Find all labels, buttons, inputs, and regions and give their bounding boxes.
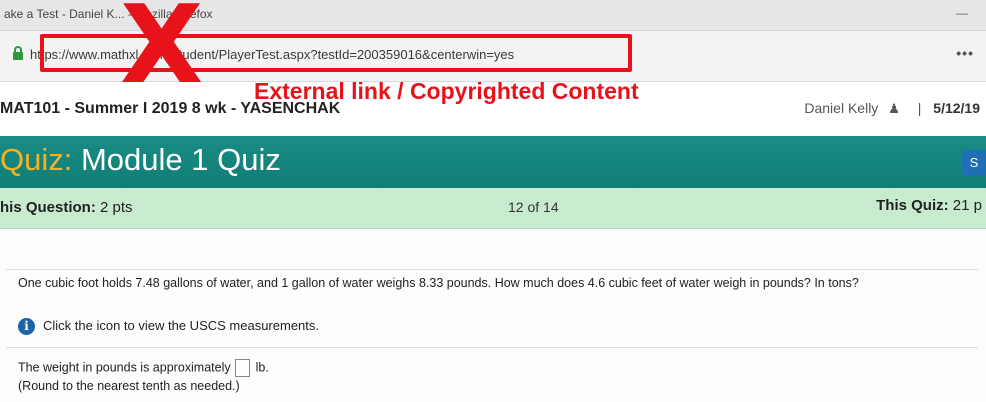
user-icon: ♟ — [888, 101, 900, 116]
minimize-button[interactable]: — — [956, 6, 968, 20]
answer-unit: lb. — [255, 360, 269, 375]
copyright-caption: External link / Copyrighted Content — [254, 78, 639, 104]
divider — [6, 269, 978, 270]
question-points: his Question: 2 pts — [0, 199, 133, 216]
separator: | — [917, 100, 922, 116]
info-row: i Click the icon to view the USCS measure… — [18, 318, 319, 336]
quiz-title-prefix: Quiz: — [0, 142, 73, 177]
quiz-points-value: 21 p — [952, 197, 982, 214]
question-text: One cubic foot holds 7.48 gallons of wat… — [18, 276, 859, 290]
quiz-points-label: This Quiz: — [876, 197, 949, 214]
points-bar: his Question: 2 pts 12 of 14 This Quiz: … — [0, 188, 986, 229]
info-icon[interactable]: i — [18, 318, 35, 336]
date: 5/12/19 — [933, 100, 980, 116]
info-text: Click the icon to view the USCS measurem… — [43, 318, 319, 333]
answer-row: The weight in pounds is approximately lb. — [18, 359, 269, 377]
question-panel: One cubic foot holds 7.48 gallons of wat… — [0, 229, 986, 402]
answer-prefix: The weight in pounds is approximately — [18, 360, 231, 375]
user-name[interactable]: Daniel Kelly — [804, 100, 878, 116]
user-info: Daniel Kelly ♟ | 5/12/19 — [804, 100, 980, 117]
redaction-x-mark: X — [120, 0, 204, 108]
quiz-header: Quiz: Module 1 Quiz S — [0, 136, 986, 188]
question-progress: 12 of 14 — [508, 199, 559, 215]
quiz-title: Quiz: Module 1 Quiz — [0, 142, 281, 178]
lock-icon — [13, 46, 23, 60]
page-actions-menu-icon[interactable]: ••• — [956, 45, 974, 61]
quiz-points: This Quiz: 21 p — [876, 197, 982, 214]
question-points-label: his Question: — [0, 199, 96, 216]
save-button[interactable]: S — [962, 150, 986, 176]
divider — [6, 347, 978, 348]
answer-input[interactable] — [234, 359, 250, 377]
question-points-value: 2 pts — [100, 199, 133, 216]
quiz-title-text: Module 1 Quiz — [80, 142, 281, 177]
answer-hint: (Round to the nearest tenth as needed.) — [18, 379, 240, 393]
